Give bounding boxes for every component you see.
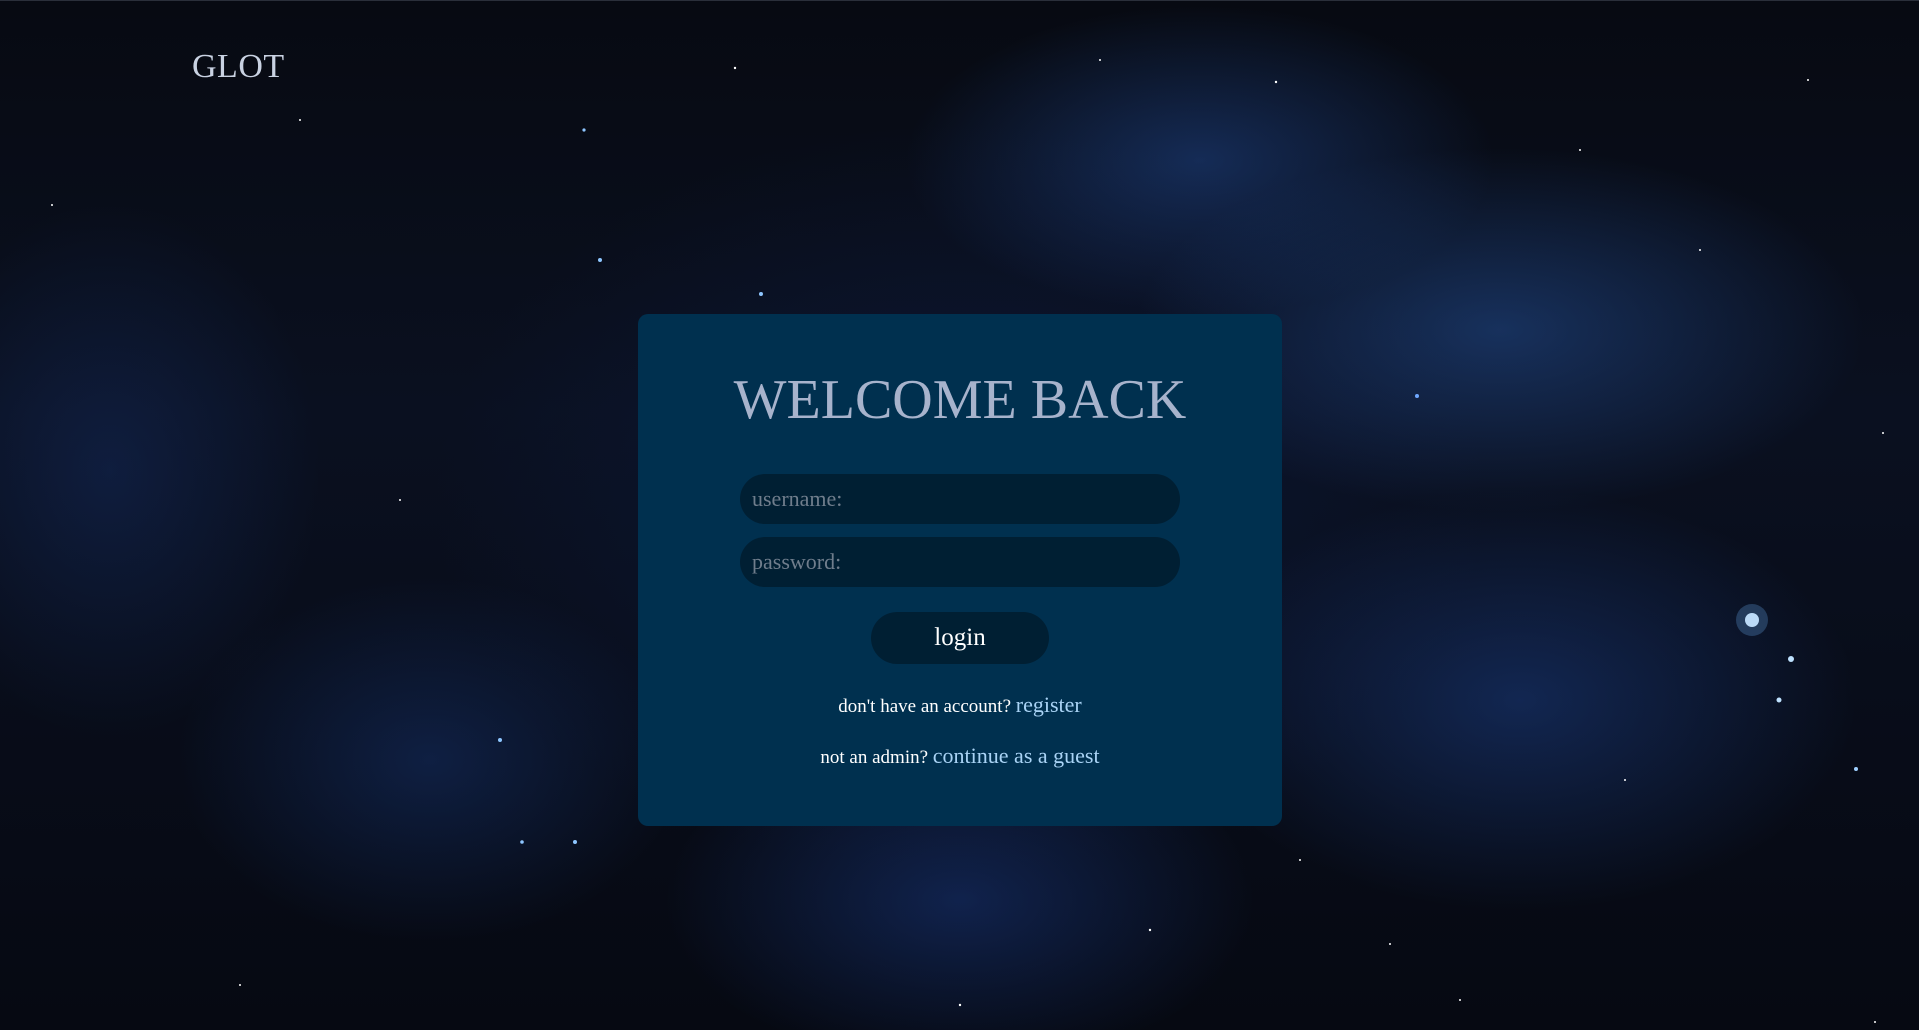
register-link[interactable]: register xyxy=(1016,692,1082,717)
logo[interactable]: GLOT xyxy=(192,48,285,86)
username-input[interactable] xyxy=(740,474,1180,524)
login-card: WELCOME BACK login don't have an account… xyxy=(638,314,1282,826)
password-input[interactable] xyxy=(740,537,1180,587)
login-button[interactable]: login xyxy=(871,612,1049,664)
guest-line: not an admin? continue as a guest xyxy=(638,743,1282,769)
guest-prompt: not an admin? xyxy=(820,747,929,768)
register-prompt: don't have an account? xyxy=(838,696,1012,717)
register-line: don't have an account? register xyxy=(638,692,1282,718)
page-title: WELCOME BACK xyxy=(733,369,1187,431)
guest-link[interactable]: continue as a guest xyxy=(933,743,1100,768)
top-border xyxy=(0,0,1919,1)
